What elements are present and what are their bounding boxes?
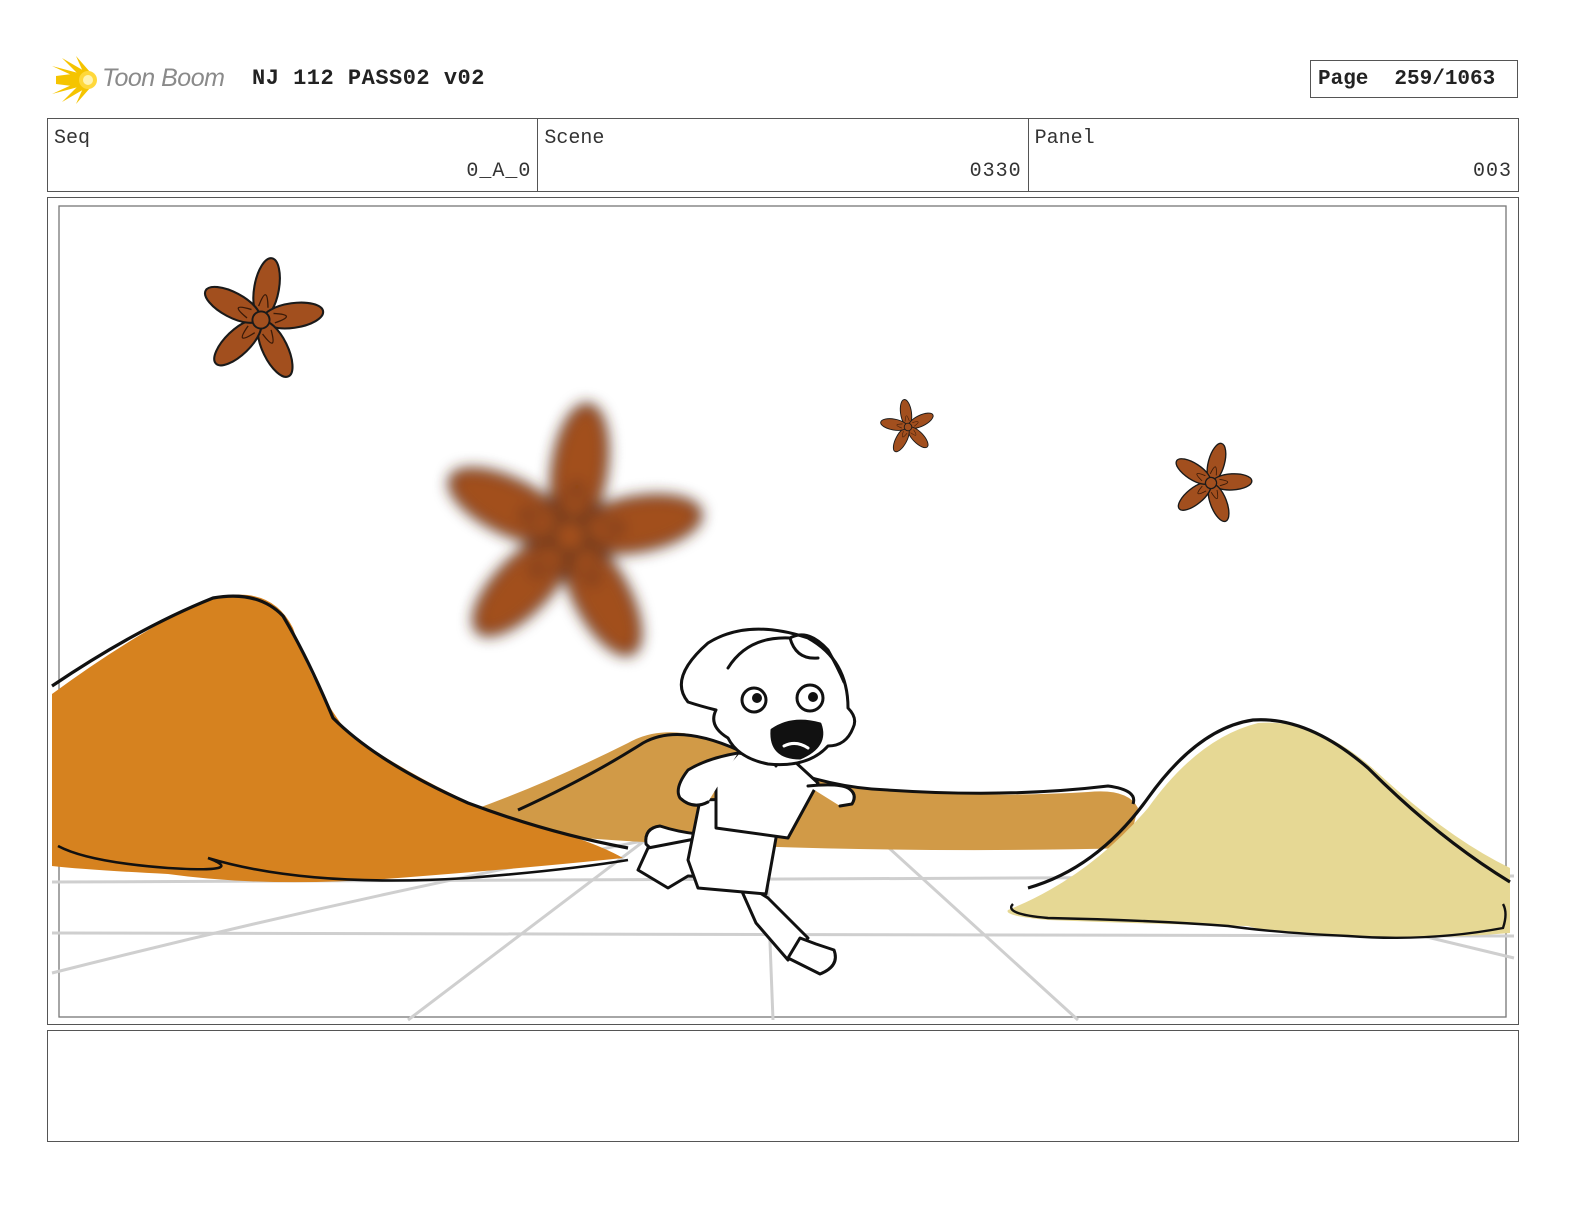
sun-burst-icon: [52, 56, 97, 104]
panel-cell: Panel 003: [1029, 119, 1518, 191]
panel-drawing: [51, 205, 1515, 1022]
seq-cell: Seq 0_A_0: [48, 119, 539, 191]
logo-text: Toon Boom: [102, 64, 225, 92]
storyboard-panel: [47, 197, 1519, 1025]
toon-boom-logo: Toon Boom: [48, 52, 248, 108]
panel-value: 003: [1472, 160, 1512, 183]
page-value: 259/1063: [1394, 67, 1496, 91]
header: Toon Boom NJ 112 PASS02 v02 Page 259/106…: [48, 52, 1518, 108]
seq-label: Seq: [54, 127, 91, 150]
document-title: NJ 112 PASS02 v02: [252, 66, 485, 91]
panel-notes-box: [47, 1030, 1519, 1142]
scene-cell: Scene 0330: [538, 119, 1029, 191]
scene-label: Scene: [544, 127, 605, 150]
page-counter: Page 259/1063: [1310, 60, 1518, 98]
seq-value: 0_A_0: [466, 160, 532, 183]
panel-label: Panel: [1034, 127, 1095, 150]
page-label: Page: [1318, 67, 1369, 91]
scene-value: 0330: [969, 160, 1022, 183]
panel-info-row: Seq 0_A_0 Scene 0330 Panel 003: [47, 118, 1519, 192]
